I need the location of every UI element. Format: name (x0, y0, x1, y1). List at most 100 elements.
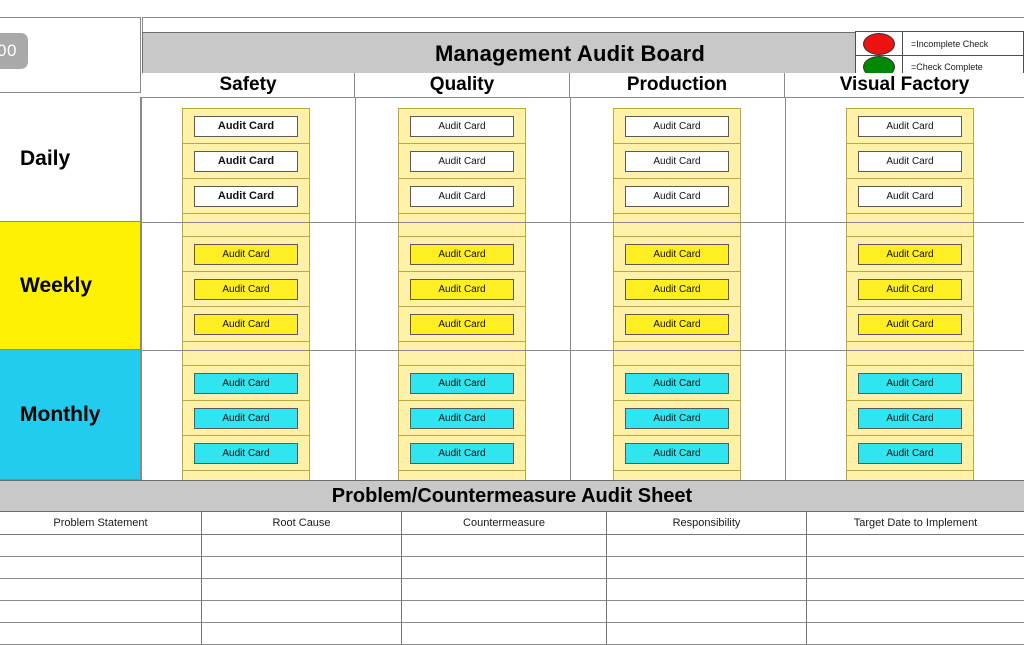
audit-card[interactable]: Audit Card (625, 243, 729, 265)
cell-problem-statement[interactable] (0, 600, 202, 622)
grid-vline-2 (570, 97, 571, 480)
legend-dot-cell (856, 32, 903, 55)
cell-target-date[interactable] (807, 534, 1024, 556)
grid-vline-1 (355, 97, 356, 480)
audit-card[interactable]: Audit Card (858, 115, 962, 137)
cell-problem-statement[interactable] (0, 578, 202, 600)
audit-card[interactable]: Audit Card (858, 407, 962, 429)
cell-root-cause[interactable] (202, 578, 402, 600)
audit-card[interactable]: Audit Card (625, 115, 729, 137)
top-gap-row (142, 17, 1024, 32)
count-badge[interactable]: 00 (0, 33, 28, 69)
audit-card[interactable]: Audit Card (625, 150, 729, 172)
legend: =Incomplete Check =Check Complete (855, 31, 1024, 78)
stack-slot: Audit Card (847, 109, 973, 144)
stack-slot: Audit Card (614, 144, 740, 179)
table-row[interactable] (0, 578, 1024, 601)
audit-card[interactable]: Audit Card (194, 278, 298, 300)
audit-card[interactable]: Audit Card (194, 442, 298, 464)
cell-countermeasure[interactable] (402, 600, 607, 622)
audit-card[interactable]: Audit Card (194, 115, 298, 137)
cell-root-cause[interactable] (202, 622, 402, 644)
audit-card[interactable]: Audit Card (410, 185, 514, 207)
audit-card[interactable]: Audit Card (625, 278, 729, 300)
stack-slot: Audit Card (614, 401, 740, 436)
cell-responsibility[interactable] (607, 534, 807, 556)
audit-card[interactable]: Audit Card (858, 278, 962, 300)
cell-target-date[interactable] (807, 622, 1024, 644)
stack-slot: Audit Card (614, 237, 740, 272)
cell-problem-statement[interactable] (0, 622, 202, 644)
stack-slot: Audit Card (183, 179, 309, 214)
cell-countermeasure[interactable] (402, 578, 607, 600)
stack-slot: Audit Card (614, 179, 740, 214)
cell-countermeasure[interactable] (402, 534, 607, 556)
audit-card[interactable]: Audit Card (410, 150, 514, 172)
audit-card[interactable]: Audit Card (858, 372, 962, 394)
audit-card[interactable]: Audit Card (194, 313, 298, 335)
audit-card[interactable]: Audit Card (625, 442, 729, 464)
cell-root-cause[interactable] (202, 556, 402, 578)
cell-responsibility[interactable] (607, 600, 807, 622)
card-stack-weekly-safety: Audit Card Audit Card Audit Card (182, 236, 310, 368)
row-label-weekly: Weekly (0, 222, 141, 350)
stack-slot: Audit Card (399, 436, 525, 471)
cell-responsibility[interactable] (607, 622, 807, 644)
cell-problem-statement[interactable] (0, 556, 202, 578)
cell-root-cause[interactable] (202, 534, 402, 556)
row-label: Weekly (20, 273, 92, 297)
card-stack-weekly-visual-factory: Audit Card Audit Card Audit Card (846, 236, 974, 368)
table-row[interactable] (0, 600, 1024, 623)
cell-target-date[interactable] (807, 556, 1024, 578)
stack-slot: Audit Card (183, 401, 309, 436)
audit-card[interactable]: Audit Card (410, 278, 514, 300)
stack-slot: Audit Card (399, 179, 525, 214)
stack-slot: Audit Card (399, 401, 525, 436)
audit-card[interactable]: Audit Card (194, 150, 298, 172)
column-header-visual-factory[interactable]: Visual Factory (785, 73, 1024, 97)
cell-target-date[interactable] (807, 600, 1024, 622)
stack-foot (847, 342, 973, 367)
audit-card[interactable]: Audit Card (625, 407, 729, 429)
audit-card[interactable]: Audit Card (194, 185, 298, 207)
audit-card[interactable]: Audit Card (625, 372, 729, 394)
audit-card[interactable]: Audit Card (858, 150, 962, 172)
cell-responsibility[interactable] (607, 556, 807, 578)
audit-card[interactable]: Audit Card (858, 243, 962, 265)
cell-responsibility[interactable] (607, 578, 807, 600)
audit-card[interactable]: Audit Card (410, 313, 514, 335)
column-header-production[interactable]: Production (570, 73, 785, 97)
table-row[interactable] (0, 534, 1024, 557)
audit-card[interactable]: Audit Card (625, 185, 729, 207)
audit-card[interactable]: Audit Card (410, 243, 514, 265)
stack-slot: Audit Card (847, 366, 973, 401)
cell-problem-statement[interactable] (0, 534, 202, 556)
audit-card[interactable]: Audit Card (858, 313, 962, 335)
stack-slot: Audit Card (183, 307, 309, 342)
stack-slot: Audit Card (847, 272, 973, 307)
audit-card[interactable]: Audit Card (194, 372, 298, 394)
stack-slot: Audit Card (183, 436, 309, 471)
stack-slot: Audit Card (847, 401, 973, 436)
table-row[interactable] (0, 556, 1024, 579)
audit-card[interactable]: Audit Card (410, 442, 514, 464)
audit-card[interactable]: Audit Card (410, 115, 514, 137)
legend-label-incomplete: =Incomplete Check (911, 38, 989, 49)
audit-card[interactable]: Audit Card (625, 313, 729, 335)
audit-card[interactable]: Audit Card (858, 185, 962, 207)
audit-card[interactable]: Audit Card (410, 407, 514, 429)
stack-slot: Audit Card (614, 307, 740, 342)
cell-countermeasure[interactable] (402, 622, 607, 644)
table-row[interactable] (0, 622, 1024, 645)
column-header-quality[interactable]: Quality (355, 73, 570, 97)
table-header-row: Problem Statement Root Cause Countermeas… (0, 512, 1024, 535)
audit-card[interactable]: Audit Card (858, 442, 962, 464)
column-header-safety[interactable]: Safety (142, 73, 355, 97)
audit-card[interactable]: Audit Card (410, 372, 514, 394)
audit-card[interactable]: Audit Card (194, 407, 298, 429)
cell-countermeasure[interactable] (402, 556, 607, 578)
cell-target-date[interactable] (807, 578, 1024, 600)
audit-card[interactable]: Audit Card (194, 243, 298, 265)
row-label-monthly: Monthly (0, 350, 141, 480)
cell-root-cause[interactable] (202, 600, 402, 622)
